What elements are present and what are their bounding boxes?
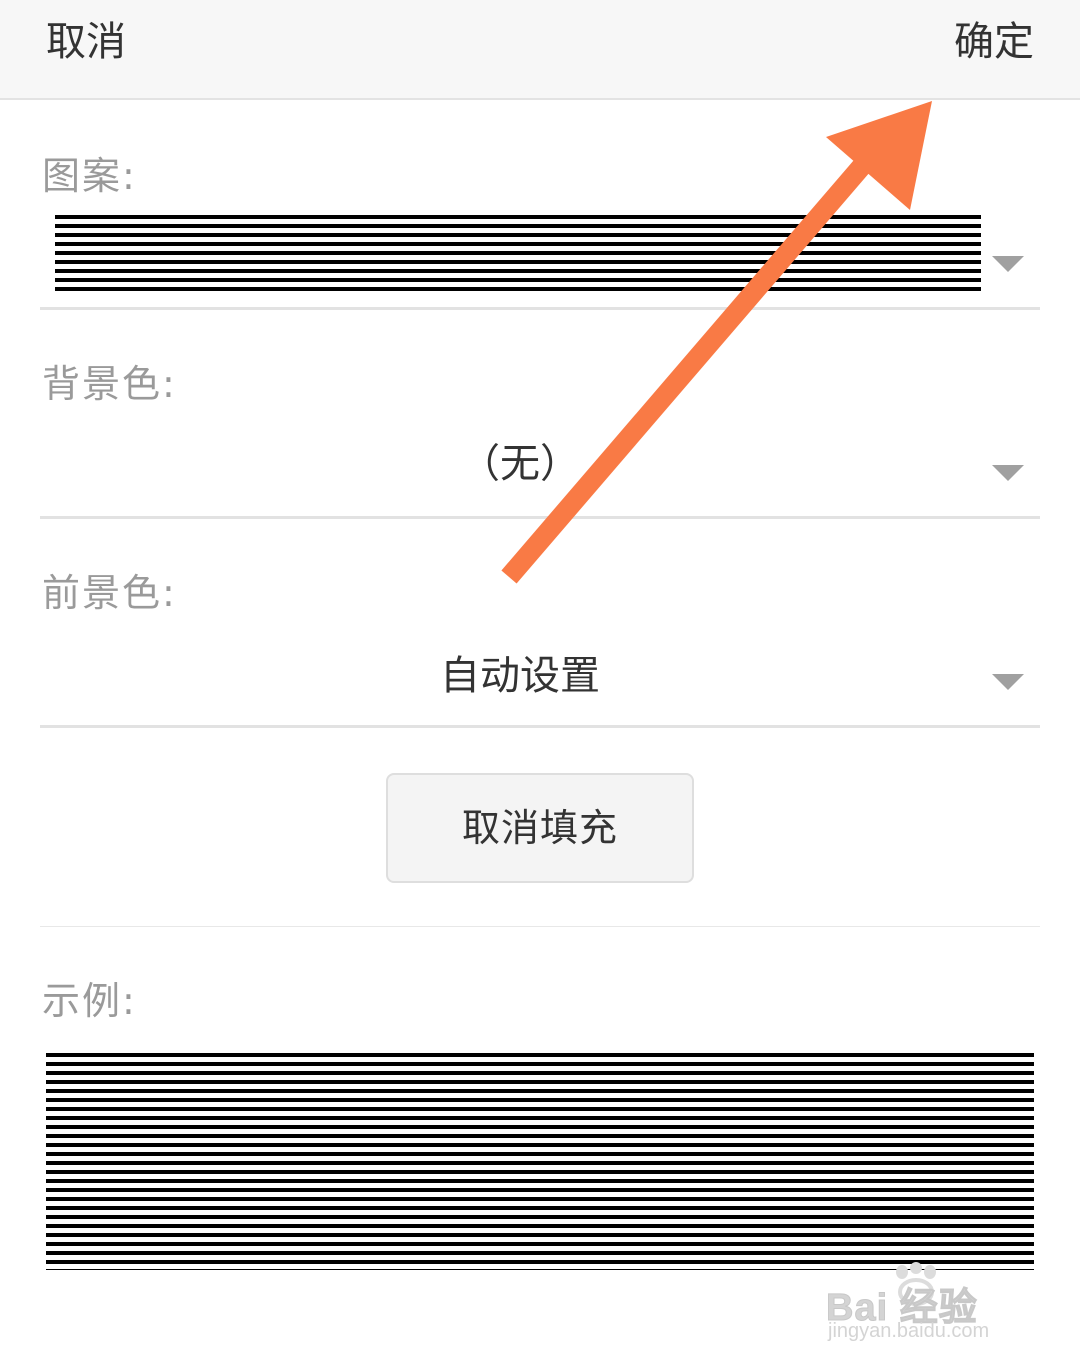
foreground-color-value: 自动设置 (440, 653, 600, 699)
foreground-color-label: 前景色: (42, 571, 177, 615)
cancel-button[interactable]: 取消 (46, 14, 126, 70)
pattern-swatch (55, 215, 981, 295)
watermark-url: jingyan.baidu.com (828, 1320, 990, 1342)
section-divider (40, 926, 1040, 927)
confirm-button[interactable]: 确定 (954, 14, 1034, 70)
chevron-down-icon (992, 674, 1024, 690)
background-color-dropdown[interactable]: （无） (40, 410, 1040, 519)
foreground-color-dropdown[interactable]: 自动设置 (40, 620, 1040, 728)
background-color-label: 背景色: (42, 362, 177, 406)
pattern-label: 图案: (42, 154, 137, 198)
arrow-annotation-head (826, 101, 932, 210)
top-bar: 取消 确定 (0, 0, 1080, 100)
no-fill-button[interactable]: 取消填充 (386, 773, 694, 883)
fill-settings-page: 取消 确定 图案: 背景色: （无） 前景色: 自动设置 取消填充 示例: Ba… (0, 0, 1080, 1368)
chevron-down-icon (992, 256, 1024, 272)
preview-label: 示例: (42, 979, 137, 1023)
chevron-down-icon (992, 465, 1024, 481)
baidu-watermark: Bai 经验 jingyan.baidu.com (826, 1262, 1026, 1352)
background-color-value: （无） (460, 441, 580, 487)
preview-swatch (46, 1053, 1034, 1270)
pattern-dropdown[interactable] (40, 200, 1040, 310)
